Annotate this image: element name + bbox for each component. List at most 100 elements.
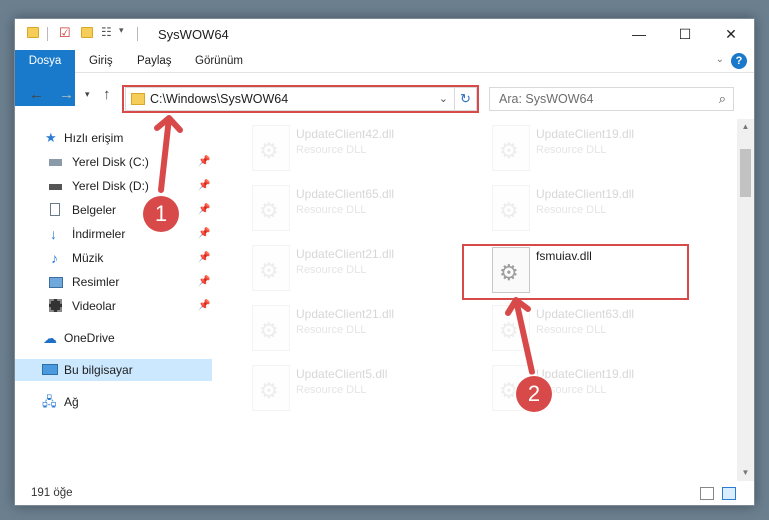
dll-file-icon: ⚙ — [492, 305, 530, 351]
pin-icon[interactable]: 📌 — [198, 151, 210, 173]
gear-icon: ⚙ — [499, 138, 519, 163]
sidebar-item-network[interactable]: 🖧 Ağ — [15, 391, 212, 413]
minimize-button[interactable]: — — [616, 19, 662, 49]
tiles-view-icon[interactable] — [722, 487, 736, 500]
sidebar-item-quick-access[interactable]: ★ Hızlı erişim — [15, 127, 212, 149]
search-box[interactable]: Ara: SysWOW64 ⌕ — [489, 87, 734, 111]
star-icon: ★ — [45, 130, 57, 145]
chevron-down-icon[interactable]: ⌄ — [439, 92, 448, 105]
status-bar: 191 öğe — [15, 483, 754, 506]
file-item[interactable]: ⚙ UpdateClient42.dll Resource DLL — [238, 121, 458, 177]
file-item[interactable]: ⚙ UpdateClient21.dll Resource DLL — [238, 241, 458, 297]
file-item[interactable]: ⚙ UpdateClient21.dll Resource DLL — [238, 301, 458, 357]
dll-file-icon: ⚙ — [492, 125, 530, 171]
pin-icon[interactable]: 📌 — [198, 199, 210, 221]
picture-icon — [49, 277, 63, 288]
scroll-up-icon[interactable]: ▲ — [737, 119, 754, 135]
file-type: Resource DLL — [296, 264, 367, 276]
details-view-icon[interactable] — [700, 487, 714, 500]
new-folder-icon[interactable] — [81, 27, 93, 38]
download-icon: ↓ — [50, 226, 57, 242]
file-type: Resource DLL — [536, 144, 607, 156]
back-icon[interactable]: ← — [29, 86, 44, 103]
file-item[interactable]: ⚙ UpdateClient5.dll Resource DLL — [238, 361, 458, 417]
sidebar-item-label: Yerel Disk (C:) — [72, 155, 149, 169]
gear-icon: ⚙ — [499, 198, 519, 223]
sidebar-item-downloads[interactable]: ↓ İndirmeler 📌 — [15, 223, 212, 245]
gear-icon: ⚙ — [259, 258, 279, 283]
file-name: UpdateClient21.dll — [296, 307, 395, 321]
sidebar-item-label: Ağ — [64, 395, 79, 409]
maximize-button[interactable]: ☐ — [662, 19, 708, 49]
sidebar-item-videos[interactable]: Videolar 📌 — [15, 295, 212, 317]
view-options-icon[interactable]: ☷ — [101, 25, 112, 39]
sidebar-item-label: Hızlı erişim — [64, 131, 124, 145]
forward-icon[interactable]: → — [59, 86, 74, 103]
customize-toolbar-icon[interactable]: ▾ — [119, 25, 124, 36]
sidebar-item-label: Videolar — [72, 299, 116, 313]
step-badge-2: 2 — [516, 376, 552, 412]
dll-file-icon: ⚙ — [252, 125, 290, 171]
sidebar-item-pictures[interactable]: Resimler 📌 — [15, 271, 212, 293]
file-item[interactable]: ⚙ UpdateClient19.dll Resource DLL — [478, 361, 698, 417]
tab-view[interactable]: Görünüm — [185, 50, 253, 73]
folder-icon — [27, 27, 39, 38]
divider — [137, 27, 138, 41]
scrollbar-thumb[interactable] — [740, 149, 751, 197]
file-type: Resource DLL — [296, 324, 367, 336]
sidebar-item-label: İndirmeler — [72, 227, 126, 241]
vertical-scrollbar[interactable]: ▲ ▼ — [737, 119, 754, 481]
sidebar-item-label: Resimler — [72, 275, 120, 289]
gear-icon: ⚙ — [259, 198, 279, 223]
help-icon[interactable]: ? — [731, 53, 747, 69]
file-name: UpdateClient65.dll — [296, 187, 395, 201]
expand-ribbon-icon[interactable]: ⌄ — [716, 54, 724, 65]
document-icon — [50, 203, 60, 216]
search-icon[interactable]: ⌕ — [719, 91, 726, 107]
file-highlight-box — [462, 244, 689, 300]
file-type: Resource DLL — [536, 204, 607, 216]
pin-icon[interactable]: 📌 — [198, 247, 210, 269]
file-item[interactable]: ⚙ UpdateClient19.dll Resource DLL — [478, 121, 698, 177]
sidebar-item-drive-c[interactable]: Yerel Disk (C:) 📌 — [15, 151, 212, 173]
tab-home[interactable]: Giriş — [79, 50, 123, 73]
file-name: UpdateClient63.dll — [536, 307, 635, 321]
pin-icon[interactable]: 📌 — [198, 223, 210, 245]
sidebar-item-this-pc[interactable]: Bu bilgisayar — [15, 359, 212, 381]
file-name: UpdateClient19.dll — [536, 187, 635, 201]
refresh-icon[interactable]: ↻ — [454, 88, 476, 110]
pin-icon[interactable]: 📌 — [198, 175, 210, 197]
sidebar-item-documents[interactable]: Belgeler 📌 — [15, 199, 212, 221]
sidebar-item-music[interactable]: ♪ Müzik 📌 — [15, 247, 212, 269]
title-bar: ☑ ☷ ▾ SysWOW64 — ☐ ✕ — [15, 19, 754, 49]
ribbon: Dosya Giriş Paylaş Görünüm ⌄ ? — [15, 50, 754, 106]
search-input[interactable]: Ara: SysWOW64 — [499, 92, 593, 106]
sidebar-item-label: Bu bilgisayar — [64, 363, 133, 377]
window-title: SysWOW64 — [158, 27, 229, 42]
cloud-icon: ☁ — [43, 330, 57, 346]
gear-icon: ⚙ — [499, 318, 519, 343]
file-item[interactable]: ⚙ UpdateClient65.dll Resource DLL — [238, 181, 458, 237]
pin-icon[interactable]: 📌 — [198, 271, 210, 293]
dll-file-icon: ⚙ — [252, 185, 290, 231]
file-name: UpdateClient19.dll — [536, 367, 635, 381]
file-item[interactable]: ⚙ UpdateClient63.dll Resource DLL — [478, 301, 698, 357]
step-badge-1: 1 — [143, 196, 179, 232]
file-item[interactable]: ⚙ UpdateClient19.dll Resource DLL — [478, 181, 698, 237]
scroll-down-icon[interactable]: ▼ — [737, 465, 754, 481]
dll-file-icon: ⚙ — [252, 365, 290, 411]
close-button[interactable]: ✕ — [708, 19, 754, 49]
recent-locations-icon[interactable]: ▾ — [85, 89, 90, 100]
up-icon[interactable]: ↑ — [103, 86, 111, 103]
sidebar-item-onedrive[interactable]: ☁ OneDrive — [15, 327, 212, 349]
navigation-bar: ← → ▾ ↑ C:\Windows\SysWOW64 ⌄ ↻ Ara: Sys… — [15, 74, 754, 116]
properties-icon[interactable]: ☑ — [59, 25, 71, 41]
tab-share[interactable]: Paylaş — [127, 50, 182, 73]
pin-icon[interactable]: 📌 — [198, 295, 210, 317]
file-type: Resource DLL — [296, 204, 367, 216]
sidebar-item-label: Müzik — [72, 251, 104, 265]
address-bar[interactable]: C:\Windows\SysWOW64 ⌄ ↻ — [125, 87, 477, 111]
sidebar-item-drive-d[interactable]: Yerel Disk (D:) 📌 — [15, 175, 212, 197]
gear-icon: ⚙ — [259, 378, 279, 403]
address-path[interactable]: C:\Windows\SysWOW64 — [150, 92, 288, 106]
